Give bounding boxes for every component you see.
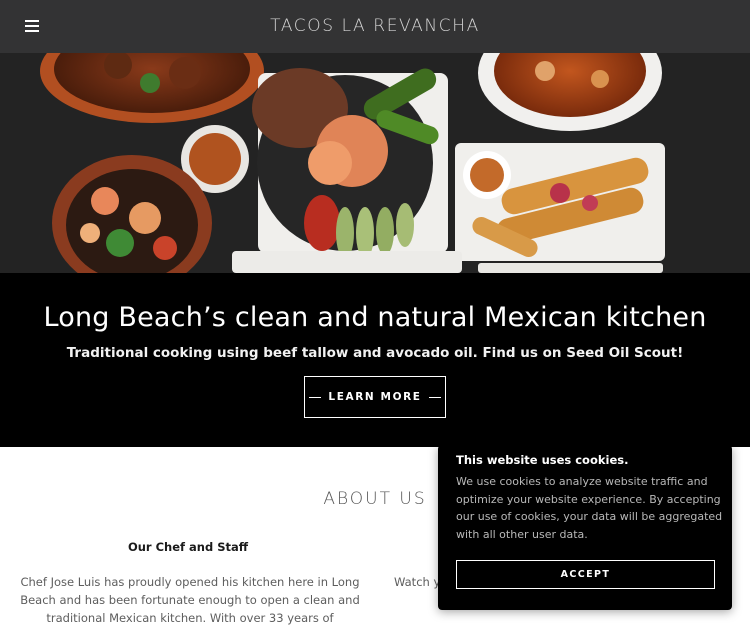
hero-banner: Long Beach’s clean and natural Mexican k… (0, 273, 750, 447)
site-title[interactable]: TACOS LA REVANCHA (0, 16, 750, 36)
food-photo (0, 53, 750, 273)
cookie-consent-banner: This website uses cookies. We use cookie… (438, 445, 732, 610)
dash-left-decor (309, 396, 322, 398)
accept-cookies-button[interactable]: ACCEPT (456, 560, 715, 589)
hero-food-image (0, 53, 750, 273)
dash-right-decor (428, 396, 441, 398)
chef-staff-heading: Our Chef and Staff (127, 540, 249, 554)
hero-title: Long Beach’s clean and natural Mexican k… (43, 302, 707, 333)
learn-more-button[interactable]: LEARN MORE (304, 376, 446, 418)
cookie-title: This website uses cookies. (456, 453, 629, 467)
chef-staff-text: Chef Jose Luis has proudly opened his ki… (20, 575, 360, 625)
cookie-text: We use cookies to analyze website traffi… (456, 475, 723, 542)
hero-subtitle: Traditional cooking using beef tallow an… (66, 345, 684, 361)
learn-more-label: LEARN MORE (328, 391, 422, 403)
second-column-text: Watch y (394, 575, 441, 589)
site-header: TACOS LA REVANCHA (0, 0, 750, 53)
